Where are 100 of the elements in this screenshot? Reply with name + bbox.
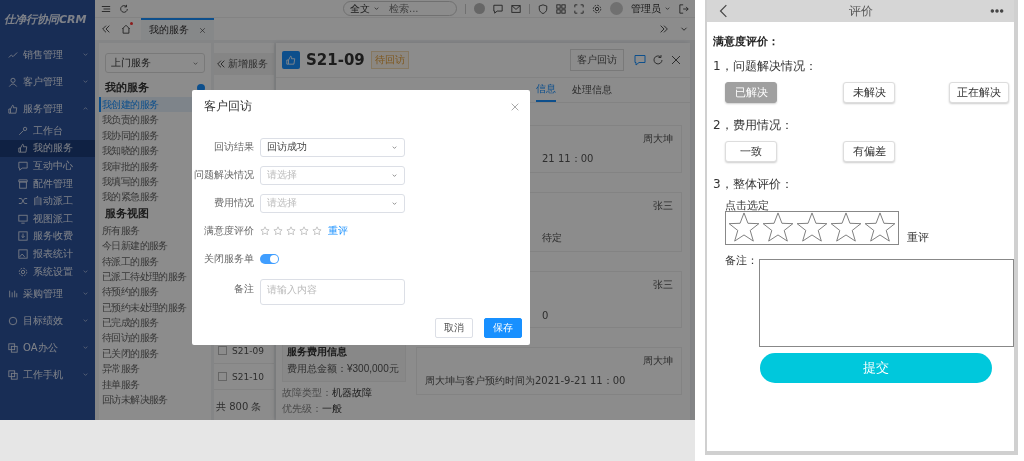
sidebar-item[interactable]: 目标绩效	[0, 307, 95, 335]
sidebar-item[interactable]: 采购管理	[0, 280, 95, 308]
menu-item[interactable]: 回访未解决服务	[99, 392, 211, 408]
option-button[interactable]: 未解决	[843, 82, 895, 103]
option-button[interactable]: 一致	[725, 141, 777, 162]
page-tab[interactable]: 我的服务	[141, 18, 214, 40]
sidebar-item[interactable]: 自动派工	[0, 192, 95, 210]
row-checkbox[interactable]	[218, 346, 227, 355]
chevron-up-icon	[82, 105, 89, 112]
star-rating[interactable]	[725, 211, 899, 245]
record-author: 张三	[653, 278, 673, 292]
star-icon[interactable]	[863, 212, 897, 244]
image-icon	[18, 248, 28, 259]
fullscreen-icon	[574, 3, 584, 14]
sidebar-item[interactable]: 客户管理	[0, 68, 95, 95]
sidebar-item[interactable]: 互动中心	[0, 157, 95, 175]
field-value: 一般	[322, 403, 342, 414]
chevron-down-icon	[82, 317, 89, 325]
form-label: 备注	[233, 282, 254, 296]
star-icon[interactable]	[761, 212, 795, 244]
double-left-icon	[216, 59, 226, 69]
chat-icon	[634, 54, 646, 66]
cancel-button[interactable]: 取消	[435, 318, 473, 338]
chevron-down-icon	[82, 268, 89, 276]
option-button[interactable]: 正在解决	[949, 82, 1009, 103]
star-icon[interactable]	[299, 226, 309, 236]
select-field[interactable]: 请选择	[260, 193, 405, 213]
section-title: 我的服务	[105, 81, 149, 95]
reset-link[interactable]: 重评	[328, 224, 348, 238]
record-text: 待定	[541, 231, 563, 245]
reset-link[interactable]: 重评	[907, 230, 929, 245]
chevron-down-icon	[391, 143, 398, 151]
mail-icon	[511, 3, 521, 14]
service-type-select[interactable]: 上门服务	[105, 53, 205, 73]
sidebar-item[interactable]: 系统设置	[0, 262, 95, 281]
star-icon[interactable]	[312, 226, 322, 236]
service-code: S21-09	[306, 51, 365, 69]
download-icon	[18, 231, 28, 242]
detail-tab[interactable]: 信息	[536, 78, 556, 102]
menu-item[interactable]: 异常服务	[99, 361, 211, 377]
status-badge: 待回访	[370, 51, 409, 69]
field-label: 优先级：	[282, 403, 322, 414]
sidebar-item[interactable]: 我的服务	[0, 139, 95, 158]
remark-field[interactable]	[759, 259, 1014, 347]
double-right-icon	[659, 24, 669, 34]
star-icon[interactable]	[829, 212, 863, 244]
close-icon	[510, 101, 520, 112]
record-author: 张三	[653, 199, 673, 213]
sidebar-item[interactable]: 配件管理	[0, 174, 95, 193]
thumbs-up-icon	[286, 55, 296, 65]
sidebar-item[interactable]: 工作台	[0, 122, 95, 140]
chevron-down-icon	[373, 5, 380, 12]
submit-button[interactable]: 提交	[760, 353, 992, 383]
close-icon	[670, 54, 682, 66]
shuffle-icon	[18, 196, 28, 207]
service-id: S21-10	[232, 371, 264, 382]
form-label: 费用情况	[213, 196, 254, 210]
chevron-down-icon	[391, 199, 398, 207]
toggle-switch[interactable]	[260, 254, 279, 264]
menu-item[interactable]: 已关闭的服务	[99, 345, 211, 362]
star-icon[interactable]	[795, 212, 829, 244]
sidebar-item[interactable]: 工作手机	[0, 361, 95, 389]
chevron-down-icon	[82, 371, 89, 379]
field-value: 机器故障	[332, 387, 372, 398]
remark-field[interactable]: 请输入内容	[260, 279, 405, 305]
option-button[interactable]: 已解决	[725, 82, 777, 103]
sidebar-item[interactable]: 服务收费	[0, 227, 95, 246]
user-menu[interactable]: 管理员	[631, 1, 661, 16]
avatar[interactable]	[474, 3, 485, 14]
customer-visit-button[interactable]: 客户回访	[570, 49, 624, 71]
section-heading: 满意度评价：	[713, 34, 780, 50]
sidebar-item[interactable]: 视图派工	[0, 209, 95, 228]
sidebar-item[interactable]: 报表统计	[0, 245, 95, 263]
sidebar-item[interactable]: OA办公	[0, 334, 95, 362]
menu-item[interactable]: 挂单服务	[99, 376, 211, 393]
chat-icon	[18, 161, 28, 171]
line-chart-icon	[8, 49, 18, 60]
service-id: S21-09	[232, 345, 264, 356]
sidebar-item[interactable]: 服务管理	[0, 95, 95, 122]
circle-icon	[8, 315, 18, 326]
save-button[interactable]: 保存	[484, 318, 522, 338]
chevron-down-icon	[82, 51, 89, 58]
question-label: 3，整体评价：	[713, 176, 794, 193]
detail-tab[interactable]: 处理信息	[572, 78, 612, 102]
select-field[interactable]: 回访成功	[260, 137, 405, 157]
page-title: 评价	[848, 2, 873, 20]
form-label: 关闭服务单	[203, 252, 254, 266]
star-icon[interactable]	[273, 226, 283, 236]
select-field[interactable]: 请选择	[260, 165, 405, 185]
avatar[interactable]	[610, 2, 623, 15]
star-icon[interactable]	[727, 212, 761, 244]
refresh-icon	[119, 3, 129, 14]
gear-icon	[18, 266, 28, 277]
row-checkbox[interactable]	[218, 372, 227, 381]
chevron-down-icon	[82, 78, 89, 85]
star-icon[interactable]	[286, 226, 296, 236]
sidebar-item[interactable]: 销售管理	[0, 41, 95, 68]
star-icon[interactable]	[260, 226, 270, 236]
option-button[interactable]: 有偏差	[843, 141, 895, 162]
close-button[interactable]	[510, 101, 520, 112]
